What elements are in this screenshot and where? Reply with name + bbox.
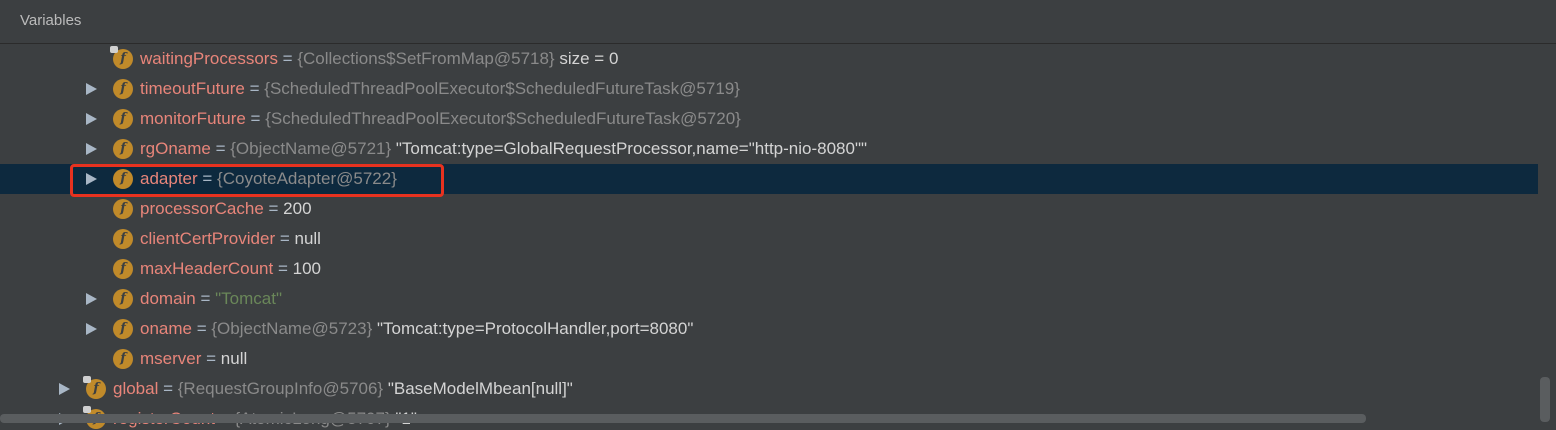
- variables-tree: f waitingProcessors = {Collections$SetFr…: [0, 44, 1556, 430]
- field-name: rgOname: [140, 139, 211, 158]
- field-icon: f: [110, 46, 133, 69]
- field-value: null: [220, 349, 248, 368]
- field-ref: {RequestGroupInfo@5706}: [177, 379, 384, 398]
- field-ref: {ObjectName@5721}: [230, 139, 392, 158]
- field-value: "Tomcat": [215, 289, 283, 308]
- field-name: timeoutFuture: [140, 79, 245, 98]
- field-name: mserver: [140, 349, 202, 368]
- field-icon: f: [113, 319, 133, 339]
- panel-title: Variables: [20, 12, 82, 29]
- tree-row-maxHeaderCount[interactable]: f maxHeaderCount = 100: [0, 254, 1540, 284]
- field-name: processorCache: [140, 199, 264, 218]
- field-ref: {ScheduledThreadPoolExecutor$ScheduledFu…: [265, 109, 741, 128]
- horizontal-scrollbar-thumb[interactable]: [0, 414, 1366, 423]
- field-ref: {ObjectName@5723}: [211, 319, 373, 338]
- expand-arrow-icon[interactable]: [86, 323, 97, 335]
- tree-row-oname[interactable]: f oname = {ObjectName@5723} "Tomcat:type…: [0, 314, 1540, 344]
- field-icon: f: [113, 229, 133, 249]
- field-value: 200: [283, 199, 312, 218]
- field-value: "BaseModelMbean[null]": [383, 379, 573, 398]
- field-icon: f: [113, 289, 133, 309]
- field-name: global: [113, 379, 159, 398]
- field-value: "Tomcat:type=GlobalRequestProcessor,name…: [391, 139, 868, 158]
- tree-row-monitorFuture[interactable]: f monitorFuture = {ScheduledThreadPoolEx…: [0, 104, 1540, 134]
- tree-row-timeoutFuture[interactable]: f timeoutFuture = {ScheduledThreadPoolEx…: [0, 74, 1540, 104]
- vertical-scrollbar-track[interactable]: [1538, 44, 1556, 430]
- field-name: domain: [140, 289, 196, 308]
- tree-row-waitingProcessors[interactable]: f waitingProcessors = {Collections$SetFr…: [0, 44, 1540, 74]
- vertical-scrollbar-thumb[interactable]: [1540, 377, 1550, 422]
- tree-row-rgOname[interactable]: f rgOname = {ObjectName@5721} "Tomcat:ty…: [0, 134, 1540, 164]
- tree-row-clientCertProvider[interactable]: f clientCertProvider = null: [0, 224, 1540, 254]
- tree-row-global[interactable]: f global = {RequestGroupInfo@5706} "Base…: [0, 374, 1540, 404]
- field-icon: f: [113, 79, 133, 99]
- field-name: clientCertProvider: [140, 229, 276, 248]
- variables-panel: Variables f waitingProcessors = {Collect…: [0, 0, 1556, 430]
- expand-arrow-icon[interactable]: [59, 383, 70, 395]
- field-name: maxHeaderCount: [140, 259, 274, 278]
- field-value: "Tomcat:type=ProtocolHandler,port=8080": [372, 319, 694, 338]
- field-value: size = 0: [554, 49, 619, 68]
- expand-arrow-icon[interactable]: [86, 143, 97, 155]
- panel-header: Variables: [0, 0, 1556, 44]
- field-icon: f: [113, 349, 133, 369]
- field-ref: {ScheduledThreadPoolExecutor$ScheduledFu…: [264, 79, 740, 98]
- expand-arrow-icon[interactable]: [86, 113, 97, 125]
- tree-row-domain[interactable]: f domain = "Tomcat": [0, 284, 1540, 314]
- field-name: oname: [140, 319, 192, 338]
- field-name: waitingProcessors: [140, 49, 278, 68]
- field-value: 100: [292, 259, 321, 278]
- field-ref: {Collections$SetFromMap@5718}: [297, 49, 555, 68]
- lock-icon: [83, 406, 91, 413]
- field-icon: f: [113, 199, 133, 219]
- tree-row-mserver[interactable]: f mserver = null: [0, 344, 1540, 374]
- lock-icon: [83, 376, 91, 383]
- field-icon: f: [83, 376, 106, 399]
- highlight-annotation-box: [70, 164, 444, 197]
- field-icon: f: [113, 259, 133, 279]
- field-icon: f: [113, 139, 133, 159]
- lock-icon: [110, 46, 118, 53]
- field-name: monitorFuture: [140, 109, 246, 128]
- tree-row-processorCache[interactable]: f processorCache = 200: [0, 194, 1540, 224]
- field-value: null: [294, 229, 321, 248]
- expand-arrow-icon[interactable]: [86, 83, 97, 95]
- expand-arrow-icon[interactable]: [86, 293, 97, 305]
- field-icon: f: [113, 109, 133, 129]
